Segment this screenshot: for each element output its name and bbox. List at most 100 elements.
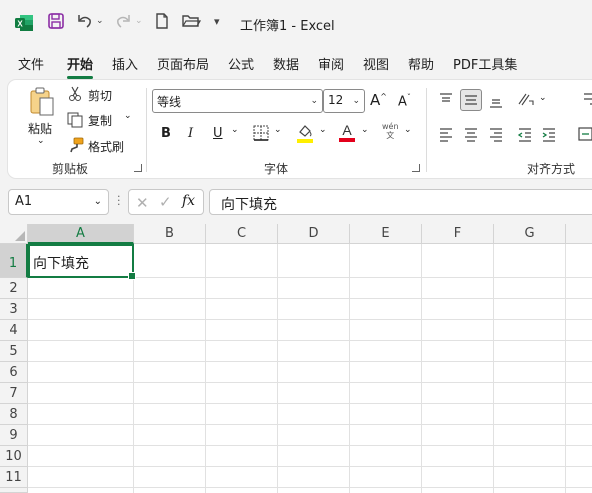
align-left-icon[interactable] (438, 126, 454, 142)
row-header[interactable]: 2 (0, 278, 28, 299)
name-box[interactable]: A1 ⌄ (8, 189, 109, 215)
row-header[interactable]: 4 (0, 320, 28, 341)
increase-indent-icon[interactable] (541, 126, 557, 142)
column-header[interactable]: B (134, 224, 206, 244)
underline-dropdown-icon[interactable]: ⌄ (231, 125, 239, 135)
alignment-group-label: 对齐方式 (527, 162, 576, 176)
gridline (28, 340, 592, 341)
font-color-dropdown-icon[interactable]: ⌄ (361, 125, 369, 135)
tab-home[interactable]: 开始 (67, 54, 94, 79)
tab-view[interactable]: 视图 (363, 54, 389, 73)
row-header[interactable]: 11 (0, 467, 28, 488)
formula-input[interactable]: 向下填充 (209, 189, 592, 215)
row-header[interactable]: 9 (0, 425, 28, 446)
gridline (28, 319, 592, 320)
save-icon[interactable] (47, 12, 65, 30)
cancel-icon[interactable]: ✕ (136, 194, 149, 212)
redo-dropdown-icon[interactable]: ⌄ (135, 16, 143, 26)
font-color-icon[interactable]: A (338, 122, 356, 142)
bold-button[interactable]: B (161, 126, 171, 141)
worksheet-grid[interactable]: A B C D E F G 1 2 3 4 5 6 7 8 9 10 11 向下… (0, 224, 592, 493)
gridline (28, 382, 592, 383)
italic-button[interactable]: I (188, 126, 193, 141)
align-bottom-icon[interactable] (488, 93, 504, 109)
font-family-select[interactable]: 等线 ⌄ (152, 89, 323, 113)
tab-pdf-tools[interactable]: PDF工具集 (453, 54, 517, 73)
enter-check-icon[interactable]: ✓ (159, 193, 172, 211)
font-launcher-icon[interactable] (412, 164, 420, 172)
cut-button[interactable]: 剪切 (88, 87, 112, 104)
phonetic-guide-icon[interactable]: wén 文 (382, 122, 399, 140)
tab-formulas[interactable]: 公式 (228, 54, 254, 73)
borders-icon[interactable] (253, 125, 269, 141)
font-size-select[interactable]: 12 ⌄ (323, 89, 365, 113)
undo-icon[interactable] (76, 12, 94, 30)
tab-help[interactable]: 帮助 (408, 54, 434, 73)
orientation-dropdown-icon[interactable]: ⌄ (539, 93, 547, 103)
column-header[interactable]: F (422, 224, 494, 244)
customize-toolbar-icon[interactable]: ▾ (214, 15, 220, 28)
align-middle-button[interactable] (460, 89, 482, 111)
format-painter-icon[interactable] (68, 137, 84, 153)
new-file-icon[interactable] (154, 12, 170, 30)
wrap-text-icon[interactable] (582, 92, 592, 108)
underline-button[interactable]: U (213, 126, 223, 141)
redo-icon[interactable] (114, 12, 132, 30)
orientation-icon[interactable] (517, 91, 535, 107)
align-top-icon[interactable] (438, 92, 454, 108)
paste-dropdown-icon[interactable]: ⌄ (37, 136, 45, 146)
undo-dropdown-icon[interactable]: ⌄ (96, 16, 104, 26)
active-cell-border[interactable] (28, 244, 136, 280)
column-header[interactable]: A (28, 224, 134, 244)
format-painter-button[interactable]: 格式刷 (88, 138, 124, 155)
tab-data[interactable]: 数据 (273, 54, 299, 73)
increase-font-size-icon[interactable]: A^ (370, 91, 387, 109)
borders-dropdown-icon[interactable]: ⌄ (274, 125, 282, 135)
column-header[interactable]: G (494, 224, 566, 244)
row-header[interactable]: 8 (0, 404, 28, 425)
fill-color-icon[interactable] (296, 123, 314, 143)
insert-function-button[interactable]: fx (182, 193, 195, 209)
chevron-down-icon: ⌄ (352, 96, 360, 106)
row-header[interactable]: 7 (0, 383, 28, 404)
row-header[interactable]: 6 (0, 362, 28, 383)
tab-insert[interactable]: 插入 (112, 54, 138, 73)
paste-button[interactable]: 粘贴 (28, 120, 52, 137)
column-header[interactable]: C (206, 224, 278, 244)
copy-icon[interactable] (67, 112, 83, 128)
select-all-button[interactable] (0, 224, 28, 244)
merge-center-icon[interactable] (578, 126, 592, 142)
decrease-font-size-icon[interactable]: Aˇ (398, 93, 411, 109)
tab-page-layout[interactable]: 页面布局 (157, 54, 209, 73)
more-options-icon[interactable]: · · · (117, 191, 121, 210)
tab-file[interactable]: 文件 (18, 54, 44, 73)
svg-text:X: X (17, 20, 23, 29)
fill-color-dropdown-icon[interactable]: ⌄ (319, 125, 327, 135)
column-header[interactable]: D (278, 224, 350, 244)
title-bar: X ⌄ ⌄ ▾ 工作簿1 - Excel (0, 0, 592, 46)
row-header[interactable]: 10 (0, 446, 28, 467)
paste-icon[interactable] (28, 86, 56, 118)
column-header-partial[interactable] (566, 224, 592, 244)
row-header-partial[interactable] (0, 488, 28, 493)
align-center-icon[interactable] (463, 126, 479, 142)
row-header[interactable]: 3 (0, 299, 28, 320)
column-header[interactable]: E (350, 224, 422, 244)
tab-review[interactable]: 审阅 (318, 54, 344, 73)
font-family-value: 等线 (157, 95, 182, 109)
copy-dropdown-icon[interactable]: ⌄ (124, 111, 132, 121)
row-header[interactable]: 5 (0, 341, 28, 362)
copy-button[interactable]: 复制 (88, 112, 112, 129)
row-header[interactable]: 1 (0, 244, 28, 278)
name-box-value: A1 (15, 194, 33, 209)
phonetic-dropdown-icon[interactable]: ⌄ (404, 125, 412, 135)
gridline (28, 424, 592, 425)
clipboard-launcher-icon[interactable] (134, 164, 142, 172)
gridline (28, 445, 592, 446)
decrease-indent-icon[interactable] (517, 126, 533, 142)
gridline (349, 244, 350, 493)
open-folder-icon[interactable] (181, 12, 201, 30)
excel-logo-icon: X (14, 13, 34, 33)
align-right-icon[interactable] (488, 126, 504, 142)
scissors-icon[interactable] (68, 86, 82, 102)
